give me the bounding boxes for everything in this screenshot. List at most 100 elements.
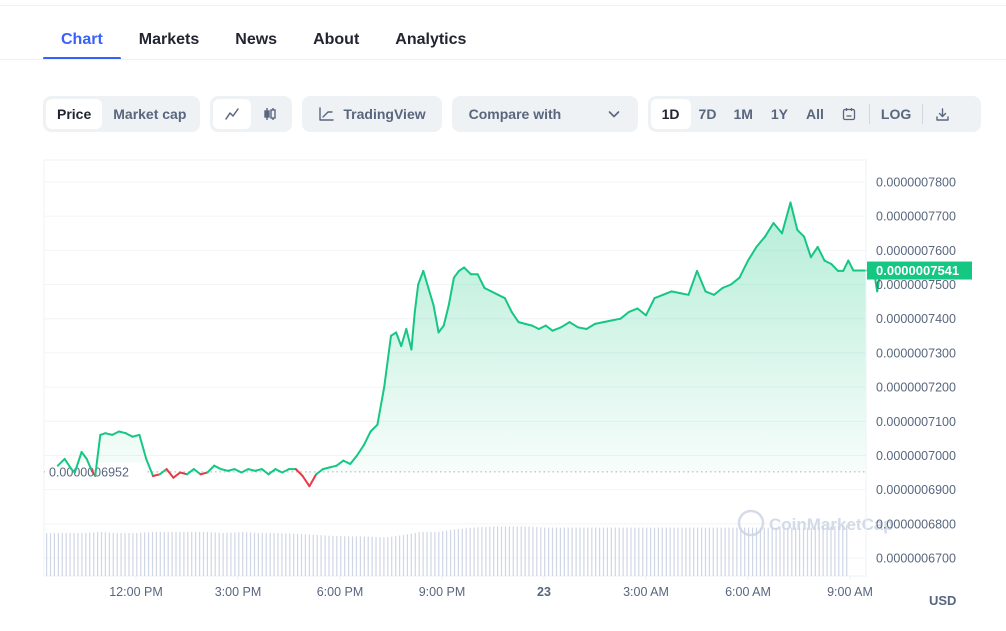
- coinmarketcap-logo-icon: [737, 509, 765, 537]
- volume-bar: [716, 527, 718, 576]
- volume-bar: [414, 532, 416, 576]
- volume-bar: [214, 532, 216, 576]
- volume-bar: [261, 533, 263, 576]
- volume-bar: [677, 527, 679, 576]
- volume-bar: [634, 527, 636, 576]
- volume-bar: [524, 526, 526, 576]
- volume-bar: [328, 535, 330, 576]
- volume-bar: [500, 526, 503, 576]
- volume-bar: [810, 527, 812, 576]
- volume-bar: [508, 526, 510, 576]
- volume-bar: [822, 526, 824, 576]
- volume-bar: [826, 526, 828, 576]
- volume-bar: [187, 532, 189, 576]
- volume-bar: [89, 532, 91, 576]
- volume-bar: [120, 533, 122, 576]
- volume-bar: [450, 530, 452, 576]
- volume-bar: [489, 526, 491, 576]
- volume-bar: [332, 535, 334, 576]
- volume-bar: [779, 527, 781, 576]
- volume-bar: [802, 527, 805, 576]
- volume-bar: [775, 527, 777, 576]
- volume-bar: [481, 527, 483, 576]
- x-tick-label: 3:00 PM: [215, 585, 262, 599]
- volume-bar: [140, 532, 142, 576]
- volume-bar: [767, 527, 769, 576]
- volume-bar: [516, 526, 518, 576]
- volume-bar: [191, 532, 193, 576]
- volume-bar: [665, 527, 667, 576]
- currency-label: USD: [929, 593, 957, 608]
- volume-bar: [238, 532, 240, 576]
- volume-bar: [206, 532, 208, 576]
- volume-bar: [571, 527, 573, 576]
- volume-bar: [724, 527, 726, 576]
- y-tick-label: 0.0000006800: [876, 517, 956, 531]
- volume-bar: [81, 533, 83, 576]
- volume-bar: [104, 532, 106, 576]
- volume-bar: [304, 534, 306, 576]
- volume-bar: [49, 533, 52, 576]
- volume-bar: [234, 532, 236, 576]
- volume-bar: [650, 527, 652, 576]
- price-chart[interactable]: CoinMarketCap 0.0000006952 0.0000007800 0…: [0, 0, 1006, 631]
- volume-bar: [591, 527, 593, 576]
- volume-bar: [148, 532, 150, 576]
- volume-bar: [367, 536, 369, 576]
- y-tick-label: 0.0000006900: [876, 483, 956, 497]
- volume-bar: [642, 527, 644, 576]
- x-tick-label: 9:00 PM: [419, 585, 466, 599]
- x-tick-label: 6:00 PM: [317, 585, 364, 599]
- volume-bar: [818, 527, 820, 576]
- volume-bar: [630, 527, 632, 576]
- volume-bar: [379, 537, 381, 576]
- volume-bar: [712, 527, 714, 576]
- volume-bar: [324, 535, 326, 576]
- volume-bar: [151, 532, 154, 576]
- volume-bar: [732, 527, 734, 576]
- volume-bar: [563, 527, 565, 576]
- volume-bar: [222, 533, 224, 576]
- volume-bar: [97, 532, 99, 576]
- volume-bar: [661, 527, 663, 576]
- volume-bar: [704, 527, 707, 576]
- volume-bar: [312, 534, 314, 577]
- volume-bar: [736, 527, 738, 576]
- volume-bar: [430, 532, 432, 576]
- volume-bar: [595, 527, 597, 576]
- volume-bar: [685, 527, 687, 576]
- volume-bar: [787, 527, 789, 576]
- volume-bar: [453, 529, 456, 576]
- volume-bar: [783, 527, 785, 576]
- volume-bar: [399, 535, 401, 576]
- volume-bar: [163, 532, 165, 576]
- volume-bar: [210, 532, 212, 576]
- volume-bar: [551, 527, 554, 576]
- volume-bar: [622, 527, 624, 576]
- volume-bar: [69, 533, 71, 576]
- volume-bar: [199, 532, 201, 576]
- volume-bar: [371, 536, 373, 576]
- volume-bar: [599, 527, 601, 576]
- volume-bar: [46, 533, 48, 576]
- chart-canvas[interactable]: CoinMarketCap 0.0000006952 0.0000007800 0…: [0, 0, 1006, 631]
- volume-bar: [336, 536, 338, 576]
- volume-bar: [108, 532, 110, 576]
- volume-bar: [402, 535, 405, 576]
- volume-bar: [548, 527, 550, 576]
- volume-bar: [579, 527, 581, 576]
- volume-bar: [473, 527, 475, 576]
- volume-bar: [720, 527, 722, 576]
- volume-bar: [485, 526, 487, 576]
- volume-bar: [249, 532, 252, 576]
- volume-bar: [348, 536, 350, 576]
- volume-bar: [728, 527, 730, 576]
- volume-bar: [195, 532, 197, 576]
- y-tick-label: 0.0000007800: [876, 176, 956, 190]
- volume-bar: [57, 533, 59, 576]
- volume-bar: [653, 527, 656, 576]
- volume-bar: [355, 536, 357, 576]
- volume-bar: [179, 532, 181, 576]
- volume-bar: [218, 532, 220, 576]
- volume-bar: [230, 532, 232, 576]
